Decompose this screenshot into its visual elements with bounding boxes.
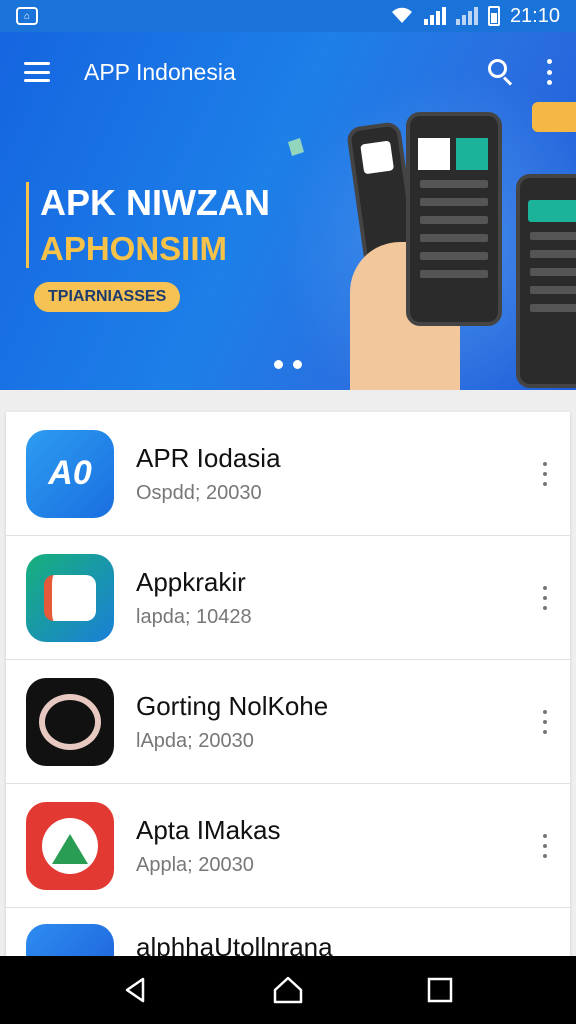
signal-2-icon <box>455 7 478 25</box>
app-list: A0 APR Iodasia Ospdd; 20030 Appkrakir la… <box>6 412 570 956</box>
battery-icon <box>487 6 500 26</box>
status-bar: ⌂ 21:10 <box>0 0 576 32</box>
home-icon[interactable] <box>268 970 308 1010</box>
app-bar-actions <box>486 57 552 87</box>
app-title: APP Indonesia <box>84 58 236 85</box>
more-options-icon[interactable] <box>542 461 548 486</box>
banner-page-indicator[interactable] <box>274 360 302 369</box>
gorting-app-icon <box>26 677 114 766</box>
sparkle-icon <box>288 138 304 156</box>
headline-accent-bar <box>26 182 29 268</box>
apr-app-icon: A0 <box>26 429 114 518</box>
status-time: 21:10 <box>509 4 560 27</box>
app-subtitle: Appla; 20030 <box>136 853 254 876</box>
list-item[interactable]: Appkrakir lapda; 10428 <box>6 536 570 660</box>
banner-cta-button[interactable]: TPIARNIASSES <box>34 282 181 312</box>
phone-illustration-main <box>406 112 502 326</box>
app-name: alphhaUtollnrana <box>136 932 333 956</box>
alpha-app-icon <box>26 924 114 956</box>
menu-icon[interactable] <box>24 62 50 82</box>
app-notification-icon: ⌂ <box>16 7 38 25</box>
system-nav-bar <box>0 956 576 1024</box>
phone-illustration-right <box>516 174 576 388</box>
more-options-icon[interactable] <box>542 709 548 734</box>
more-options-icon[interactable] <box>542 585 548 610</box>
app-subtitle: lApda; 20030 <box>136 729 254 752</box>
headline-line-2: APHONSIIM <box>40 230 228 267</box>
overflow-menu-icon[interactable] <box>546 59 552 85</box>
app-subtitle: lapda; 10428 <box>136 605 252 628</box>
app-subtitle: Ospdd; 20030 <box>136 481 262 504</box>
indicator-dot-1[interactable] <box>274 360 283 369</box>
list-item[interactable]: Apta IMakas Appla; 20030 <box>6 784 570 908</box>
appkrakir-app-icon <box>26 553 114 642</box>
app-name: APR Iodasia <box>136 442 281 473</box>
status-icons: 21:10 <box>390 5 560 28</box>
wifi-icon <box>391 7 412 23</box>
list-item[interactable]: A0 APR Iodasia Ospdd; 20030 <box>6 412 570 536</box>
headline-line-1: APK NIWZAN <box>40 182 270 223</box>
signal-icon <box>423 7 446 25</box>
recents-icon[interactable] <box>420 970 460 1010</box>
chat-badge-illustration <box>532 102 576 132</box>
back-icon[interactable] <box>116 970 156 1010</box>
app-name: Appkrakir <box>136 566 246 597</box>
hero-banner[interactable]: APP Indonesia APK NIWZAN APHONSIIM TPIAR… <box>0 32 576 390</box>
apta-app-icon <box>26 801 114 890</box>
search-icon[interactable] <box>486 57 516 87</box>
list-item[interactable]: Gorting NolKohe lApda; 20030 <box>6 660 570 784</box>
banner-headline: APK NIWZAN APHONSIIM <box>26 182 270 268</box>
list-item[interactable]: alphhaUtollnrana <box>6 908 570 956</box>
indicator-dot-2[interactable] <box>293 360 302 369</box>
app-name: Apta IMakas <box>136 814 281 845</box>
app-bar: APP Indonesia <box>0 32 576 112</box>
more-options-icon[interactable] <box>542 833 548 858</box>
app-name: Gorting NolKohe <box>136 690 329 721</box>
